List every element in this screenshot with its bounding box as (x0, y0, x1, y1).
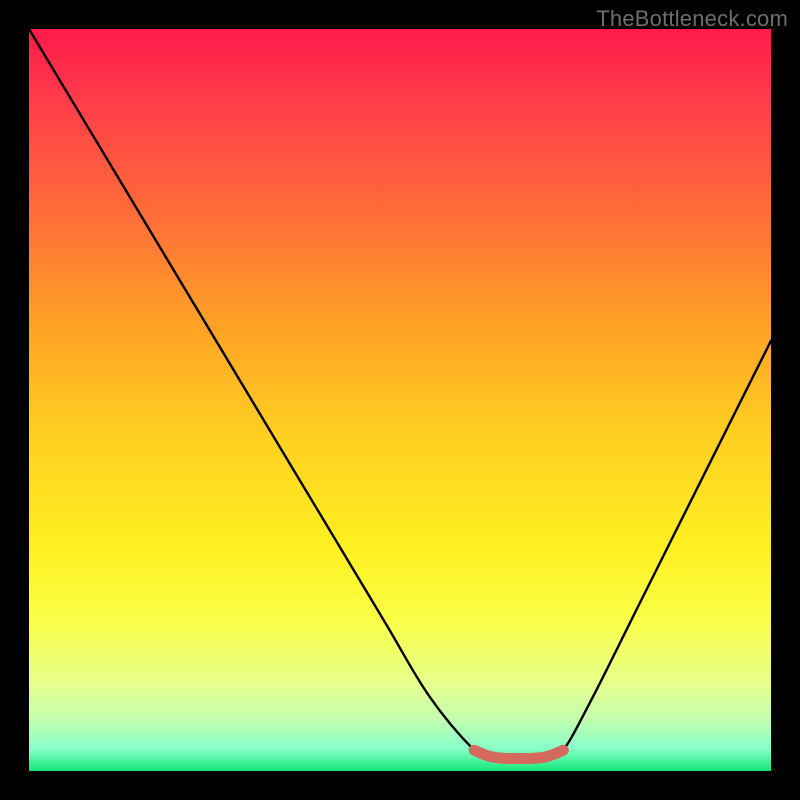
chart-frame: TheBottleneck.com (0, 0, 800, 800)
bottleneck-curve (29, 29, 771, 759)
flat-zone-marker (474, 750, 563, 758)
watermark-text: TheBottleneck.com (596, 6, 788, 32)
curve-layer (29, 29, 771, 771)
plot-area (29, 29, 771, 771)
